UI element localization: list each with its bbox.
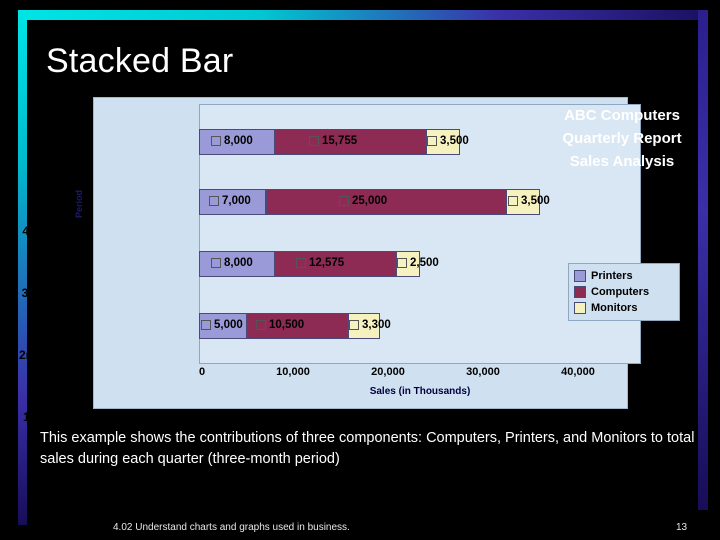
legend-label-printers: Printers (591, 270, 633, 282)
y-tick-label-0: 1st Quarter (22, 410, 87, 424)
data-label-printers-3rd: 7,000 (209, 195, 251, 207)
report-heading: ABC Computers Quarterly Report Sales Ana… (562, 107, 682, 170)
data-label-monitors-4th: 3,500 (427, 135, 469, 147)
slide-body-text: This example shows the contributions of … (40, 430, 695, 467)
monitors-legend-swatch-icon (574, 302, 586, 314)
page-title: Stacked Bar (46, 42, 234, 80)
decorative-left-bar (18, 10, 27, 525)
printers-swatch-icon (201, 320, 211, 330)
computers-legend-swatch-icon (574, 286, 586, 298)
y-tick-label-3: 4th Quarter (22, 224, 87, 238)
x-tick-label-1: 10,000 (276, 366, 310, 378)
monitors-swatch-icon (397, 258, 407, 268)
computers-swatch-icon (309, 136, 319, 146)
y-tick-label-2: 3rd Quarter (21, 286, 87, 300)
data-label-printers-2nd: 8,000 (211, 257, 253, 269)
legend-label-monitors: Monitors (591, 302, 638, 314)
data-label-computers-2nd: 12,575 (296, 257, 344, 269)
x-tick-label-0: 0 (198, 366, 206, 378)
printers-legend-swatch-icon (574, 270, 586, 282)
printers-swatch-icon (211, 258, 221, 268)
legend-label-computers: Computers (591, 286, 650, 298)
decorative-top-bar (18, 10, 708, 20)
data-label-printers-4th: 8,000 (211, 135, 253, 147)
monitors-swatch-icon (349, 320, 359, 330)
x-tick-label-4: 40,000 (561, 366, 595, 378)
computers-swatch-icon (339, 196, 349, 206)
monitors-swatch-icon (508, 196, 518, 206)
computers-swatch-icon (256, 320, 266, 330)
chart-y-axis-title: Period (74, 189, 84, 218)
chart-x-axis-title: Sales (in Thousands) (369, 386, 471, 397)
computers-swatch-icon (296, 258, 306, 268)
data-label-monitors-3rd: 3,500 (508, 195, 550, 207)
x-tick-label-2: 20,000 (371, 366, 405, 378)
printers-swatch-icon (209, 196, 219, 206)
data-label-computers-4th: 15,755 (309, 135, 357, 147)
legend-item-monitors: Monitors (574, 300, 674, 316)
printers-swatch-icon (211, 136, 221, 146)
chart-panel: Period 1st Quarter 2nd Quarter 3rd Quart… (19, 97, 641, 424)
data-label-monitors-1st: 3,300 (349, 319, 391, 331)
legend-item-computers: Computers (574, 284, 674, 300)
data-label-computers-1st: 10,500 (256, 319, 304, 331)
footer-note: 4.02 Understand charts and graphs used i… (113, 522, 350, 533)
footer-page-number: 13 (676, 522, 688, 533)
bar-row-3rd-quarter: 7,000 25,000 3,500 (199, 189, 641, 215)
legend-item-printers: Printers (574, 268, 674, 284)
x-tick-label-3: 30,000 (466, 366, 500, 378)
monitors-swatch-icon (427, 136, 437, 146)
chart-legend: Printers Computers Monitors (568, 263, 680, 321)
data-label-computers-3rd: 25,000 (339, 195, 387, 207)
data-label-printers-1st: 5,000 (201, 319, 243, 331)
data-label-monitors-2nd: 2,500 (397, 257, 439, 269)
chart-x-axis: 0 10,000 20,000 30,000 40,000 (199, 366, 641, 386)
y-tick-label-1: 2nd Quarter (18, 348, 87, 362)
